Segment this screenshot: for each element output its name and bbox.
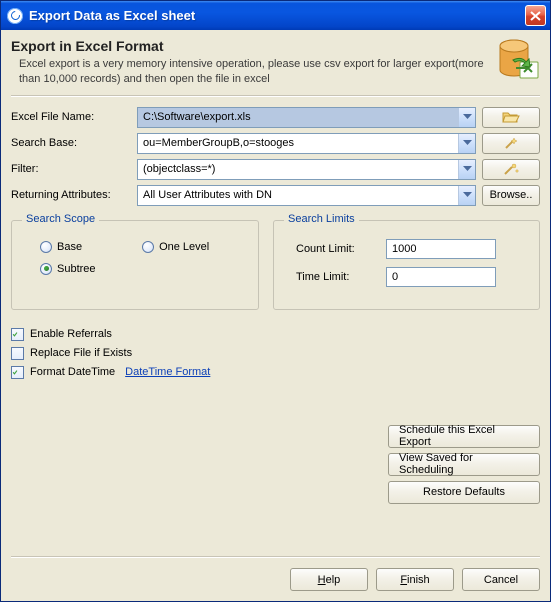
radio-one-level[interactable]: One Level — [142, 241, 209, 253]
count-limit-label: Count Limit: — [296, 243, 386, 255]
groups-row: Search Scope Base One Level Subtree — [11, 220, 540, 310]
search-base-label: Search Base: — [11, 137, 131, 149]
app-icon — [7, 8, 23, 24]
dialog-window: Export Data as Excel sheet Export in Exc… — [0, 0, 551, 602]
returning-attrs-combo[interactable]: All User Attributes with DN — [137, 185, 476, 206]
search-limits-legend: Search Limits — [284, 213, 359, 225]
chevron-down-icon[interactable] — [458, 186, 475, 205]
returning-attrs-value: All User Attributes with DN — [138, 186, 458, 205]
search-base-value: ou=MemberGroupB,o=stooges — [138, 134, 458, 153]
radio-dot-icon — [40, 241, 52, 253]
file-name-value: C:\Software\export.xls — [138, 108, 458, 127]
datetime-format-link[interactable]: DateTime Format — [125, 366, 210, 378]
footer-buttons: Help Finish Cancel — [11, 568, 540, 591]
radio-dot-icon — [40, 263, 52, 275]
cancel-button[interactable]: Cancel — [462, 568, 540, 591]
checkbox-icon — [11, 328, 24, 341]
radio-subtree-label: Subtree — [57, 263, 96, 275]
chevron-down-icon[interactable] — [458, 160, 475, 179]
returning-attrs-label: Returning Attributes: — [11, 189, 131, 201]
close-icon — [530, 11, 541, 21]
finish-button[interactable]: Finish — [376, 568, 454, 591]
folder-open-icon — [502, 110, 520, 124]
attrs-browse-button[interactable]: Browse.. — [482, 185, 540, 206]
filter-combo[interactable]: (objectclass=*) — [137, 159, 476, 180]
view-saved-button[interactable]: View Saved for Scheduling — [388, 453, 540, 476]
radio-base-label: Base — [57, 241, 82, 253]
file-name-label: Excel File Name: — [11, 111, 131, 123]
window-title: Export Data as Excel sheet — [29, 8, 525, 23]
radio-base[interactable]: Base — [40, 241, 82, 253]
schedule-export-button[interactable]: Schedule this Excel Export — [388, 425, 540, 448]
page-heading: Export in Excel Format — [11, 38, 484, 54]
header: Export in Excel Format Excel export is a… — [11, 38, 540, 87]
search-base-pick-button[interactable] — [482, 133, 540, 154]
filter-value: (objectclass=*) — [138, 160, 458, 179]
help-button[interactable]: Help — [290, 568, 368, 591]
footer-divider — [11, 556, 540, 558]
form-grid: Excel File Name: C:\Software\export.xls … — [11, 107, 540, 206]
enable-referrals-label: Enable Referrals — [30, 328, 112, 340]
divider — [11, 95, 540, 97]
replace-file-label: Replace File if Exists — [30, 347, 132, 359]
checkbox-format-datetime[interactable]: Format DateTime DateTime Format — [11, 366, 540, 379]
finish-label-u: F — [400, 574, 407, 586]
file-name-combo[interactable]: C:\Software\export.xls — [137, 107, 476, 128]
filter-edit-button[interactable] — [482, 159, 540, 180]
radio-subtree[interactable]: Subtree — [40, 263, 96, 275]
search-limits-group: Search Limits Count Limit: Time Limit: — [273, 220, 540, 310]
count-limit-input[interactable] — [386, 239, 496, 259]
search-base-combo[interactable]: ou=MemberGroupB,o=stooges — [137, 133, 476, 154]
client-area: Export in Excel Format Excel export is a… — [1, 30, 550, 601]
time-limit-label: Time Limit: — [296, 271, 386, 283]
filter-label: Filter: — [11, 163, 131, 175]
help-label-u: H — [318, 574, 326, 586]
search-scope-group: Search Scope Base One Level Subtree — [11, 220, 259, 310]
radio-dot-icon — [142, 241, 154, 253]
checkbox-icon — [11, 366, 24, 379]
chevron-down-icon[interactable] — [458, 134, 475, 153]
right-button-stack: Schedule this Excel Export View Saved fo… — [388, 425, 540, 504]
wand-icon — [502, 136, 520, 150]
file-browse-button[interactable] — [482, 107, 540, 128]
restore-defaults-button[interactable]: Restore Defaults — [388, 481, 540, 504]
finish-label-rest: inish — [407, 574, 430, 586]
search-scope-legend: Search Scope — [22, 213, 99, 225]
page-description: Excel export is a very memory intensive … — [11, 57, 484, 87]
database-export-icon — [496, 38, 540, 82]
radio-one-level-label: One Level — [159, 241, 209, 253]
checkbox-icon — [11, 347, 24, 360]
format-datetime-label: Format DateTime — [30, 366, 115, 378]
checkbox-replace-file[interactable]: Replace File if Exists — [11, 347, 540, 360]
title-bar: Export Data as Excel sheet — [1, 1, 550, 30]
header-text: Export in Excel Format Excel export is a… — [11, 38, 484, 87]
chevron-down-icon[interactable] — [458, 108, 475, 127]
time-limit-input[interactable] — [386, 267, 496, 287]
help-label-rest: elp — [326, 574, 341, 586]
filter-wand-icon — [502, 162, 520, 176]
options: Enable Referrals Replace File if Exists … — [11, 328, 540, 379]
checkbox-enable-referrals[interactable]: Enable Referrals — [11, 328, 540, 341]
close-button[interactable] — [525, 5, 546, 26]
